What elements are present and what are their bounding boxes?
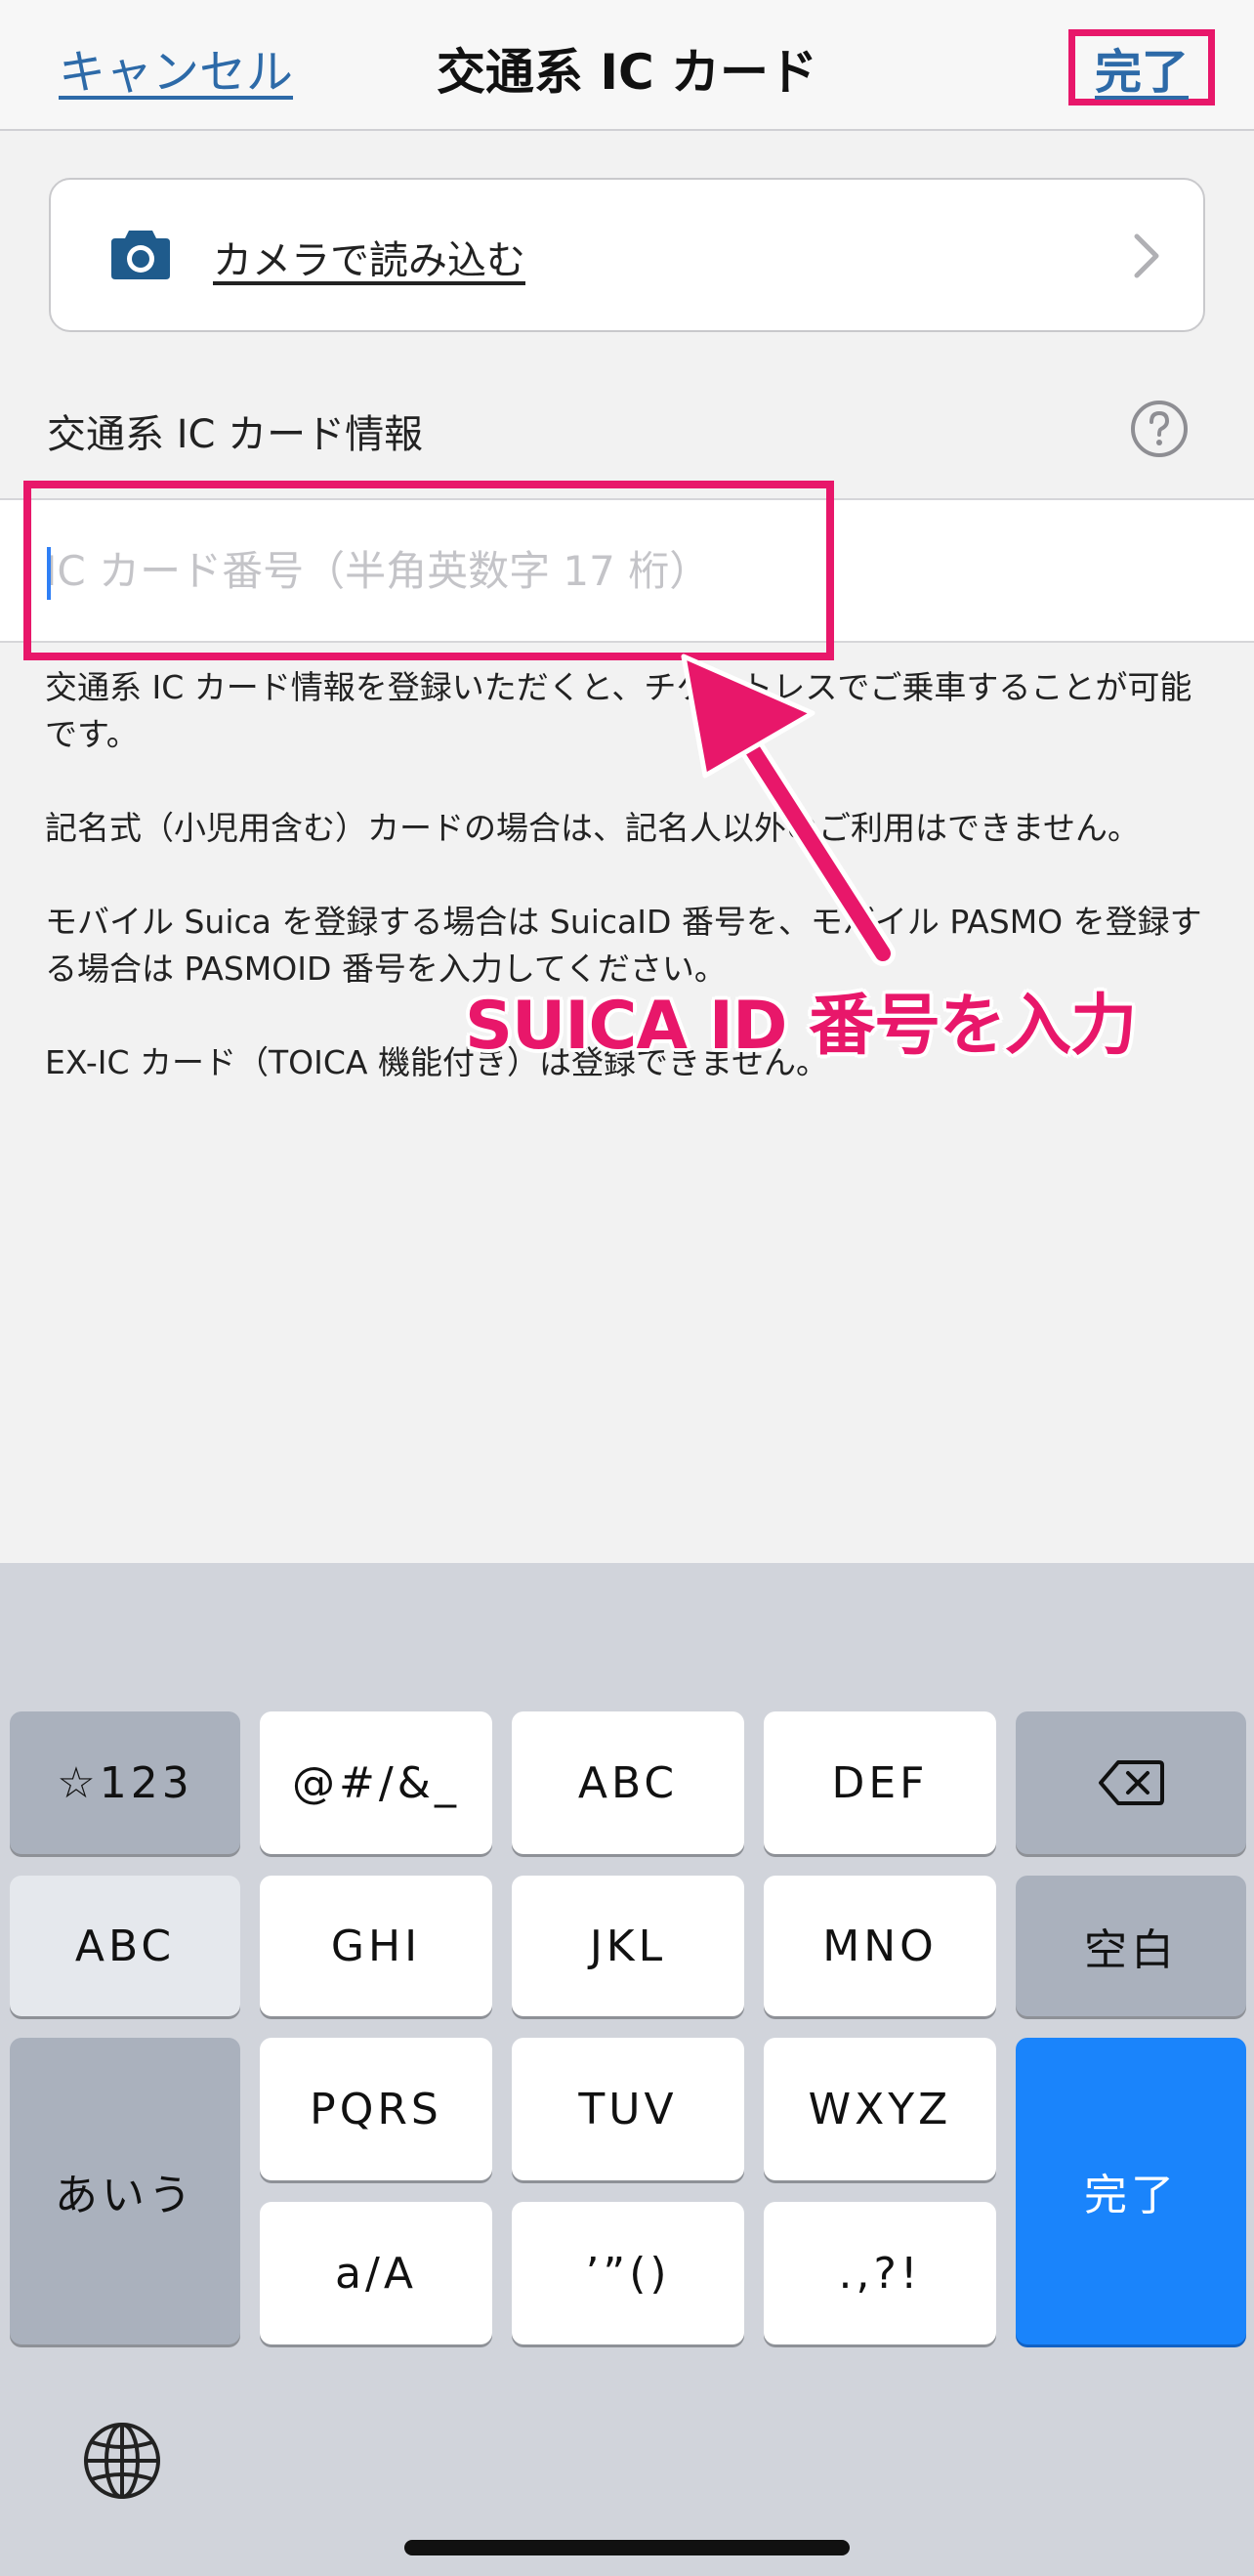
section-label: 交通系 IC カード情報 [47,412,424,457]
annotation-callout: SUICA ID 番号を入力 [465,988,1137,1065]
key-wxyz[interactable]: WXYZ [764,2038,996,2180]
key-punctuation[interactable]: .,?! [764,2202,996,2344]
key-done[interactable]: 完了 [1016,2038,1246,2344]
text-caret [47,547,51,600]
key-abc[interactable]: ABC [512,1711,744,1854]
keyboard: ☆123 @#/&_ ABC DEF ABC GHI JKL MNO 空白 あい… [0,1563,1254,2576]
key-delete[interactable] [1016,1711,1246,1854]
card-number-input[interactable] [43,535,1219,606]
navigation-bar: キャンセル 交通系 IC カード 完了 [0,0,1254,131]
key-symbols[interactable]: ☆123 [10,1711,240,1854]
key-space[interactable]: 空白 [1016,1876,1246,2016]
note-text: 交通系 IC カード情報を登録いただくと、チケットレスでご乗車することが可能です… [45,668,1192,753]
key-quotes-parens[interactable]: ’”() [512,2202,744,2344]
key-hiragana-mode[interactable]: あいう [10,2038,240,2344]
card-number-row [0,498,1254,643]
key-mno[interactable]: MNO [764,1876,996,2016]
key-jkl[interactable]: JKL [512,1876,744,2016]
key-at-hash[interactable]: @#/&_ [260,1711,492,1854]
camera-scan-label: カメラで読み込む [213,238,525,283]
key-tuv[interactable]: TUV [512,2038,744,2180]
chevron-right-icon [1134,233,1159,278]
key-ghi[interactable]: GHI [260,1876,492,2016]
page-title: 交通系 IC カード [436,44,818,101]
key-def[interactable]: DEF [764,1711,996,1854]
home-indicator[interactable] [404,2540,850,2555]
key-pqrs[interactable]: PQRS [260,2038,492,2180]
globe-icon[interactable] [82,2421,162,2501]
key-abc-mode[interactable]: ABC [10,1876,240,2016]
camera-icon [111,231,170,279]
question-circle-icon[interactable] [1129,399,1190,459]
done-button[interactable]: 完了 [1068,29,1215,106]
backspace-icon [1099,1760,1164,1805]
key-case-toggle[interactable]: a/A [260,2202,492,2344]
note-text: 記名式（小児用含む）カードの場合は、記名人以外のご利用はできません。 [45,809,1141,847]
camera-scan-button[interactable]: カメラで読み込む [49,178,1205,332]
